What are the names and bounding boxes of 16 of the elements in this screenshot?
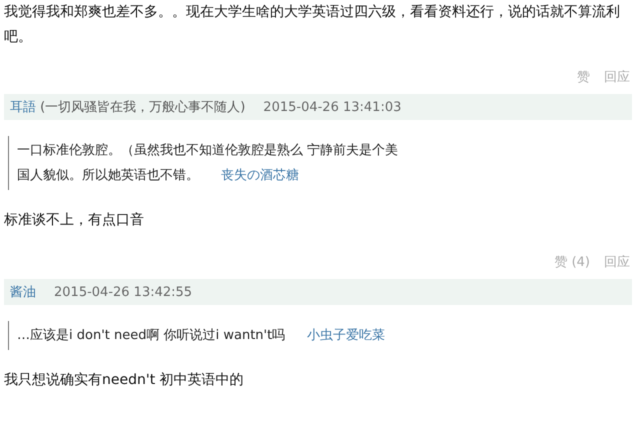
- quote-author-link[interactable]: 丧失の酒芯糖: [221, 163, 299, 188]
- comment-text: 标准谈不上，有点口音: [4, 211, 145, 230]
- quote-text: 国人貌似。所以她英语也不错。: [17, 167, 199, 185]
- comment-text: 我觉得我和郑爽也差不多。。现在大学生啥的大学英语过四六级，看看资料还行，说的话就不算流利吧。: [4, 3, 621, 47]
- quote-text: …应该是i don't need啊 你听说过i wantn't吗: [17, 327, 286, 345]
- comment-action-link[interactable]: 回应: [604, 253, 630, 271]
- comment-time: 2015-04-26 13:41:03: [263, 100, 402, 114]
- comment-text: 我只想说确实有needn't 初中英语中的: [4, 371, 245, 390]
- comment-time: 2015-04-26 13:42:55: [54, 284, 192, 300]
- comment-action-link[interactable]: 回应: [604, 68, 630, 86]
- comment-author[interactable]: 酱油: [10, 283, 36, 301]
- quote-text: 一口标准伦敦腔。（虽然我也不知道伦敦腔是熟么 宁静前夫是个美: [17, 142, 398, 160]
- comment-author[interactable]: 耳語 (一切风骚皆在我，万般心事不随人): [10, 98, 246, 116]
- comment-action-link[interactable]: 赞: [577, 68, 590, 86]
- quote-author-link[interactable]: 小虫子爱吃菜: [307, 323, 386, 348]
- comment-action-link[interactable]: 赞 (4): [554, 253, 590, 271]
